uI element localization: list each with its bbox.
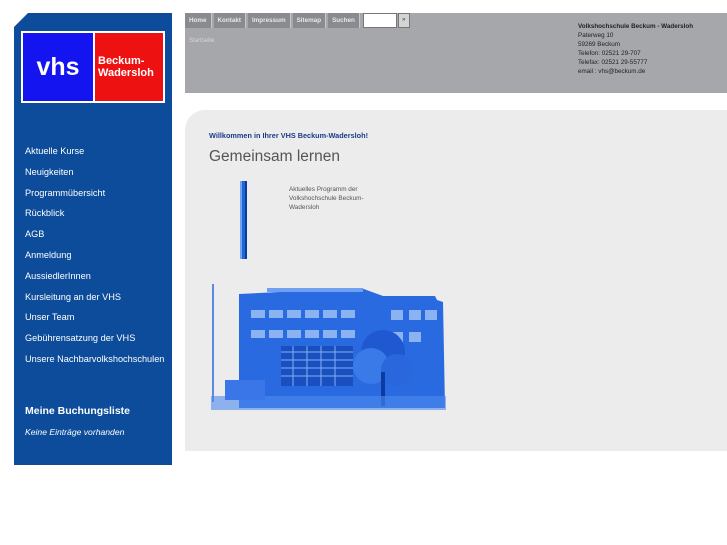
building-image <box>211 280 446 412</box>
main-content: Willkommen in Ihrer VHS Beckum-Wadersloh… <box>185 110 727 451</box>
booking-list-empty: Keine Einträge vorhanden <box>25 427 125 437</box>
chevron-right-icon: » <box>402 17 406 23</box>
nav-suchen[interactable]: Suchen <box>328 13 360 28</box>
sidebar-item-rueckblick[interactable]: Rückblick <box>25 206 164 227</box>
page-title: Gemeinsam lernen <box>209 148 340 165</box>
sidebar-item-kursleitung[interactable]: Kursleitung an der VHS <box>25 290 164 311</box>
header: Home Kontakt Impressum Sitemap Suchen » … <box>185 13 727 93</box>
nav-home[interactable]: Home <box>185 13 212 28</box>
sidebar: vhs Beckum- Wadersloh Aktuelle Kurse Neu… <box>14 13 172 465</box>
sidebar-nav: Aktuelle Kurse Neuigkeiten Programmübers… <box>25 144 164 373</box>
top-nav: Home Kontakt Impressum Sitemap Suchen » <box>185 13 410 28</box>
address-phone: Telefon: 02521 29-707 <box>578 50 641 57</box>
page: vhs Beckum- Wadersloh Aktuelle Kurse Neu… <box>0 0 727 545</box>
logo-vhs-text: vhs <box>23 33 93 101</box>
address-org: Volkshochschule Beckum - Wadersloh <box>578 23 694 30</box>
logo-place-line2: Wadersloh <box>98 67 154 79</box>
nav-kontakt[interactable]: Kontakt <box>213 13 246 28</box>
search-input[interactable] <box>362 13 397 28</box>
sidebar-item-anmeldung[interactable]: Anmeldung <box>25 248 164 269</box>
address-email[interactable]: email : vhs@beckum.de <box>578 67 693 76</box>
sidebar-item-unser-team[interactable]: Unser Team <box>25 310 164 331</box>
sidebar-item-gebuehrensatzung[interactable]: Gebührensatzung der VHS <box>25 331 164 352</box>
logo-place-line1: Beckum- <box>98 55 145 67</box>
nav-sitemap[interactable]: Sitemap <box>292 13 327 28</box>
address-city: 59269 Beckum <box>578 41 621 48</box>
sidebar-item-agb[interactable]: AGB <box>25 227 164 248</box>
program-teaser-link[interactable]: Aktuelles Programm der Volkshochschule B… <box>289 185 389 212</box>
contact-address: Volkshochschule Beckum - Wadersloh Pater… <box>578 22 693 76</box>
welcome-text: Willkommen in Ihrer VHS Beckum-Wadersloh… <box>209 131 369 140</box>
sidebar-item-nachbarvolkshochschulen[interactable]: Unsere Nachbarvolkshochschulen <box>25 352 164 373</box>
sidebar-corner <box>14 13 28 27</box>
sidebar-item-programmuebersicht[interactable]: Programmübersicht <box>25 186 164 207</box>
booking-list-title: Meine Buchungsliste <box>25 405 131 417</box>
address-fax: Telefax: 02521 29-55777 <box>578 59 648 66</box>
search-go-button[interactable]: » <box>397 13 410 28</box>
vhs-logo[interactable]: vhs Beckum- Wadersloh <box>21 31 165 103</box>
breadcrumb[interactable]: Startseite <box>189 38 214 44</box>
sidebar-item-neuigkeiten[interactable]: Neuigkeiten <box>25 165 164 186</box>
logo-place: Beckum- Wadersloh <box>95 33 163 101</box>
sidebar-item-aktuelle-kurse[interactable]: Aktuelle Kurse <box>25 144 164 165</box>
decorative-bar <box>240 181 247 259</box>
address-street: Paterweg 10 <box>578 32 614 39</box>
nav-impressum[interactable]: Impressum <box>247 13 291 28</box>
sidebar-item-aussiedlerinnen[interactable]: AussiedlerInnen <box>25 269 164 290</box>
